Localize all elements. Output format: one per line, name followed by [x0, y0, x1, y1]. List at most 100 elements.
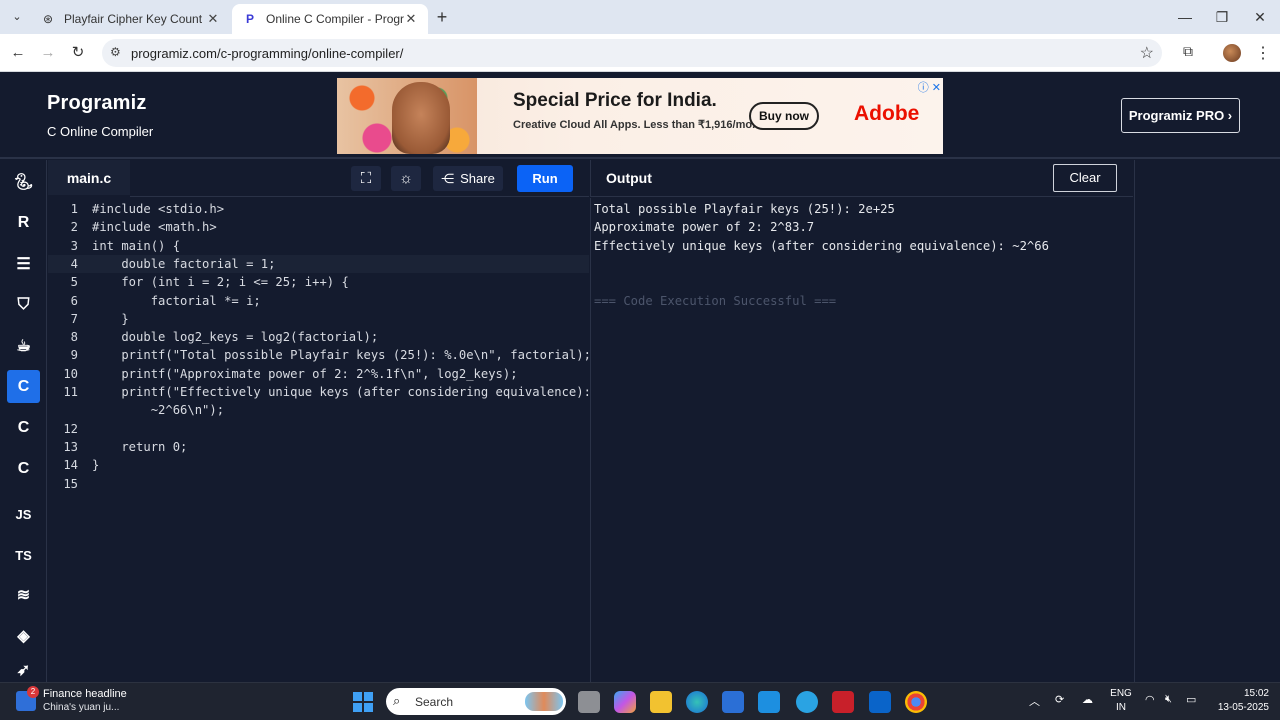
code-text[interactable]: double factorial = 1; — [92, 255, 275, 273]
code-text[interactable]: double log2_keys = log2(factorial); — [92, 328, 378, 346]
tab-programiz[interactable]: P Online C Compiler - Programiz ✕ — [232, 4, 428, 34]
clear-button[interactable]: Clear — [1053, 164, 1117, 192]
file-explorer-icon[interactable] — [650, 691, 672, 713]
profile-avatar[interactable] — [1223, 44, 1241, 62]
tab-playfair[interactable]: ⊛ Playfair Cipher Key Count ✕ — [30, 4, 230, 34]
forward-icon[interactable]: → — [38, 43, 58, 63]
code-line[interactable]: 1 #include <stdio.h> — [48, 200, 589, 218]
ad-close-icon[interactable]: ⓘ ✕ — [918, 79, 941, 95]
theme-toggle-icon[interactable]: ☼ — [391, 166, 421, 191]
ad-buy-button[interactable]: Buy now — [749, 102, 819, 130]
chevron-up-icon[interactable]: ︿ — [1029, 693, 1040, 709]
code-text[interactable]: printf("Total possible Playfair keys (25… — [92, 346, 591, 364]
back-icon[interactable]: ← — [8, 43, 28, 63]
speaker-muted-icon[interactable]: 🔇︎ — [1165, 693, 1172, 706]
programiz-logo[interactable]: Programiz — [47, 92, 147, 115]
sidebar-item-csharp[interactable]: C — [7, 452, 40, 485]
news-title[interactable]: Finance headline — [43, 688, 127, 700]
new-tab-icon[interactable]: + — [432, 7, 452, 27]
code-line[interactable]: 10 printf("Approximate power of 2: 2^%.1… — [48, 365, 589, 383]
code-text[interactable]: for (int i = 2; i <= 25; i++) { — [92, 273, 348, 291]
taskbar-search[interactable]: ⌕ Search — [386, 688, 566, 715]
sidebar-item-c[interactable]: C — [7, 370, 40, 403]
reload-icon[interactable]: ↻ — [68, 43, 88, 63]
sidebar-item-html[interactable]: ⛉ — [7, 288, 40, 321]
battery-icon[interactable]: ▭ — [1186, 693, 1196, 706]
store-icon[interactable] — [722, 691, 744, 713]
sidebar-item-sql[interactable]: ☰ — [7, 247, 40, 280]
browser-menu-icon[interactable]: ⋮ — [1255, 43, 1271, 63]
search-highlight-image — [525, 692, 563, 711]
code-line[interactable]: 4 double factorial = 1; — [48, 254, 589, 274]
code-text[interactable]: #include <stdio.h> — [92, 200, 224, 218]
chrome-icon[interactable] — [905, 691, 927, 713]
code-line[interactable]: 12 — [48, 420, 589, 438]
sidebar-item-python[interactable]: 🐍︎ — [7, 165, 40, 198]
wifi-icon[interactable]: ◠ — [1145, 693, 1155, 706]
code-text[interactable]: #include <math.h> — [92, 218, 217, 236]
code-line[interactable]: 7 } — [48, 310, 589, 328]
system-clock[interactable]: 15:02 13-05-2025 — [1213, 687, 1269, 715]
code-text[interactable]: factorial *= i; — [92, 292, 261, 310]
address-bar[interactable]: ⚙ programiz.com/c-programming/online-com… — [102, 39, 1162, 67]
code-line[interactable]: 5 for (int i = 2; i <= 25; i++) { — [48, 273, 589, 291]
file-tab-main-c[interactable]: main.c — [48, 160, 130, 197]
code-line[interactable]: 9 printf("Total possible Playfair keys (… — [48, 346, 591, 364]
outlook-icon[interactable] — [869, 691, 891, 713]
close-tab-icon[interactable]: ✕ — [206, 11, 220, 27]
code-text[interactable]: int main() { — [92, 237, 180, 255]
code-line[interactable]: 6 factorial *= i; — [48, 292, 589, 310]
maximize-icon[interactable]: ❐ — [1202, 6, 1242, 28]
sidebar-item-go[interactable]: ≋ — [7, 578, 40, 611]
code-line[interactable]: 3 int main() { — [48, 237, 589, 255]
sidebar-item-cpp[interactable]: C — [7, 411, 40, 444]
minimize-icon[interactable]: — — [1165, 6, 1205, 28]
code-line[interactable]: 13 return 0; — [48, 438, 589, 456]
sidebar-item-ts[interactable]: TS — [7, 539, 40, 572]
fullscreen-icon[interactable]: ⛶ — [351, 166, 381, 191]
code-line[interactable]: 8 double log2_keys = log2(factorial); — [48, 328, 589, 346]
sync-icon[interactable]: ⟳ — [1055, 693, 1064, 706]
c-icon: C — [17, 377, 30, 395]
code-text[interactable]: } — [92, 310, 128, 328]
mcafee-icon[interactable] — [832, 691, 854, 713]
output-console[interactable]: Total possible Playfair keys (25!): 2e+2… — [590, 198, 1133, 682]
sidebar-item-js[interactable]: JS — [7, 498, 40, 531]
onedrive-icon[interactable]: ☁ — [1082, 693, 1093, 706]
code-line[interactable]: 11 printf("Effectively unique keys (afte… — [48, 383, 591, 401]
bookmark-star-icon[interactable]: ☆ — [1140, 43, 1154, 63]
ad-banner[interactable]: Special Price for India. Creative Cloud … — [337, 78, 943, 154]
code-editor[interactable]: 1 #include <stdio.h> 2 #include <math.h> 3 in… — [48, 198, 591, 682]
sidebar-item-r[interactable]: R — [7, 206, 40, 239]
task-view-icon[interactable] — [578, 691, 600, 713]
code-text[interactable]: } — [92, 456, 99, 474]
window-close-icon[interactable]: ✕ — [1240, 6, 1280, 28]
taskbar: 2 Finance headline China's yuan ju... ⌕ … — [0, 682, 1280, 720]
close-tab-icon[interactable]: ✕ — [404, 11, 418, 27]
code-text[interactable]: return 0; — [92, 438, 187, 456]
edge-icon[interactable] — [686, 691, 708, 713]
copilot-icon[interactable] — [614, 691, 636, 713]
windows-start-icon[interactable] — [353, 692, 373, 712]
code-text[interactable]: printf("Approximate power of 2: 2^%.1f\n… — [92, 365, 517, 383]
share-button[interactable]: ⋲ Share — [433, 166, 503, 191]
news-subtitle[interactable]: China's yuan ju... — [43, 702, 119, 713]
sidebar-item-java[interactable]: ☕︎ — [7, 329, 40, 362]
code-text[interactable]: printf("Effectively unique keys (after c… — [92, 383, 591, 401]
code-line[interactable]: ~2^66\n"); — [48, 401, 589, 419]
code-line[interactable]: 15 — [48, 475, 589, 493]
url-text[interactable]: programiz.com/c-programming/online-compi… — [131, 46, 403, 61]
hp-icon[interactable] — [758, 691, 780, 713]
extensions-icon[interactable]: ⧉ — [1179, 43, 1197, 61]
input-language-indicator[interactable]: ENG IN — [1109, 687, 1133, 715]
programiz-pro-button[interactable]: Programiz PRO › — [1121, 98, 1240, 133]
code-text[interactable]: ~2^66\n"); — [92, 401, 224, 419]
sidebar-item-php[interactable]: ◈ — [7, 619, 40, 652]
sidebar-item-swift[interactable]: ➶ — [7, 660, 40, 680]
help-icon[interactable] — [796, 691, 818, 713]
code-line[interactable]: 14} — [48, 456, 589, 474]
run-button[interactable]: Run — [517, 165, 573, 192]
code-line[interactable]: 2 #include <math.h> — [48, 218, 589, 236]
site-info-icon[interactable]: ⚙ — [110, 45, 121, 59]
tab-search-icon[interactable]: ⌄ — [8, 8, 26, 26]
